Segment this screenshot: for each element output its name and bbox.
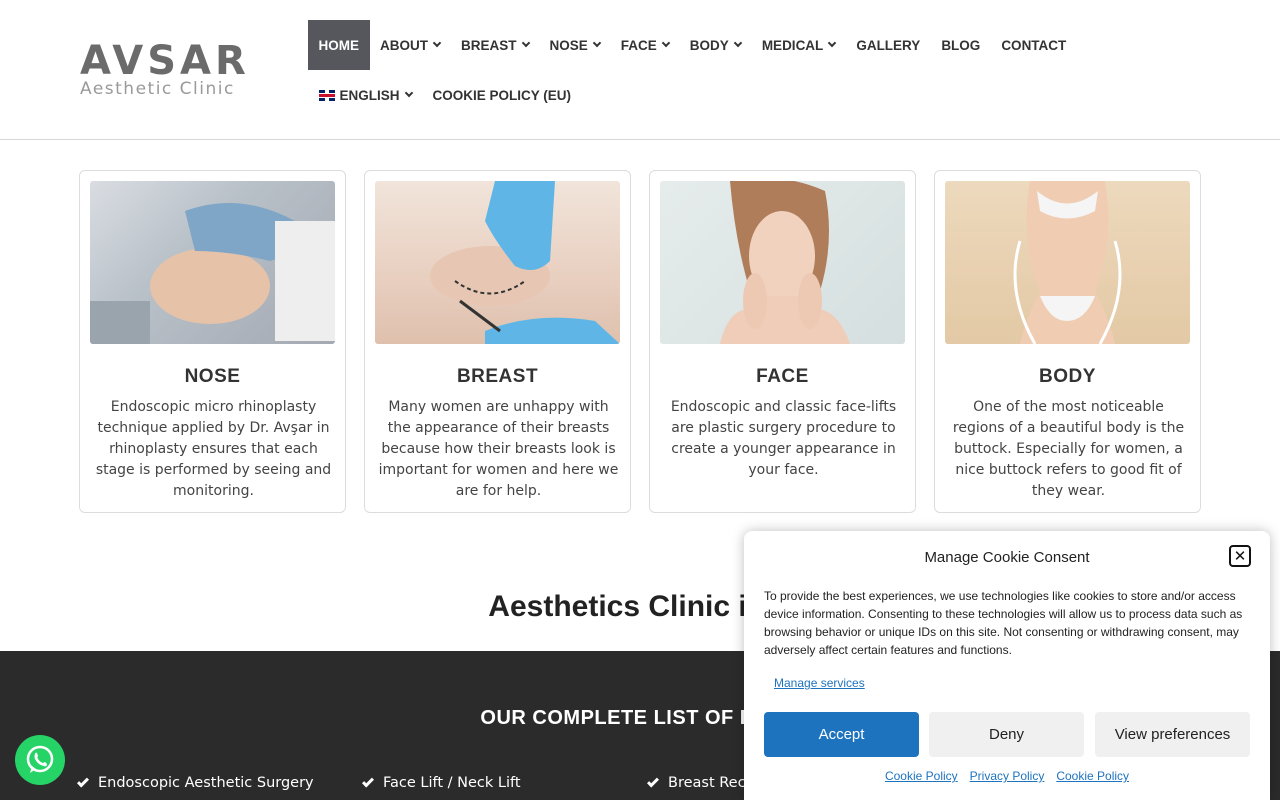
privacy-policy-link[interactable]: Privacy Policy [970, 769, 1045, 783]
view-preferences-button[interactable]: View preferences [1095, 712, 1250, 757]
cookie-policy-links: Cookie Policy Privacy Policy Cookie Poli… [744, 769, 1270, 783]
check-icon [361, 774, 375, 788]
check-icon [646, 774, 660, 788]
nav-home-label: HOME [318, 37, 360, 53]
card-body[interactable]: BODY One of the most noticeable regions … [934, 170, 1201, 513]
cookie-consent-dialog: Manage Cookie Consent ✕ To provide the b… [744, 531, 1270, 800]
procedure-item[interactable]: Endoscopic Aesthetic Surgery [76, 774, 314, 791]
cookie-dialog-title: Manage Cookie Consent [924, 549, 1090, 566]
nav-home[interactable]: HOME [308, 20, 370, 70]
nav-contact[interactable]: CONTACT [991, 20, 1077, 70]
nav-gallery[interactable]: GALLERY [846, 20, 931, 70]
nav-language-label: ENGLISH [339, 87, 400, 103]
procedure-label: Face Lift / Neck Lift [383, 775, 521, 791]
procedure-label: Breast Rec [668, 775, 746, 791]
card-title: FACE [756, 366, 809, 387]
card-description: Endoscopic and classic face-lifts are pl… [670, 399, 897, 478]
card-description: Endoscopic micro rhinoplasty technique a… [95, 399, 332, 499]
cookie-policy-link-2[interactable]: Cookie Policy [1056, 769, 1129, 783]
nav-cookie-policy[interactable]: COOKIE POLICY (EU) [422, 70, 582, 120]
whatsapp-button[interactable] [15, 735, 65, 785]
chevron-down-icon [432, 38, 442, 48]
card-nose[interactable]: NOSE Endoscopic micro rhinoplasty techni… [79, 170, 346, 513]
nav-face[interactable]: FACE [610, 20, 679, 70]
check-icon [76, 774, 90, 788]
nav-nose[interactable]: NOSE [539, 20, 610, 70]
deny-button[interactable]: Deny [929, 712, 1084, 757]
nav-body-label: BODY [689, 37, 729, 53]
site-header: AVSAR Aesthetic Clinic HOME ABOUT BREAST… [0, 0, 1280, 140]
card-title: BREAST [456, 366, 539, 387]
face-procedure-image[interactable] [660, 181, 905, 344]
uk-flag-icon [318, 89, 335, 101]
breast-procedure-image[interactable] [375, 181, 620, 344]
procedure-item[interactable]: Face Lift / Neck Lift [361, 774, 521, 791]
card-title: NOSE [184, 366, 241, 387]
logo-tagline: Aesthetic Clinic [80, 79, 235, 99]
chevron-down-icon [592, 38, 602, 48]
card-title: BODY [1039, 366, 1096, 387]
secondary-nav: ENGLISH COOKIE POLICY (EU) [308, 70, 582, 120]
procedure-item[interactable]: Breast Rec [646, 774, 746, 791]
whatsapp-icon [26, 745, 54, 773]
nav-contact-label: CONTACT [1001, 37, 1067, 53]
logo-wordmark: AVSAR [80, 38, 250, 84]
nav-body[interactable]: BODY [679, 20, 751, 70]
chevron-down-icon [733, 38, 743, 48]
card-description: Many women are unhappy with the appearan… [378, 399, 619, 499]
card-description: One of the most noticeable regions of a … [952, 399, 1185, 499]
cookie-description: To provide the best experiences, we use … [764, 589, 1243, 657]
site-logo[interactable]: AVSAR Aesthetic Clinic [80, 38, 250, 99]
nav-breast[interactable]: BREAST [451, 20, 540, 70]
card-face[interactable]: FACE Endoscopic and classic face-lifts a… [649, 170, 916, 513]
nav-medical-label: MEDICAL [761, 37, 824, 53]
nav-language[interactable]: ENGLISH [308, 70, 422, 120]
procedure-label: Endoscopic Aesthetic Surgery [98, 775, 314, 791]
chevron-down-icon [828, 38, 837, 48]
accept-button[interactable]: Accept [764, 712, 919, 757]
nose-procedure-image[interactable] [90, 181, 335, 344]
nav-face-label: FACE [620, 37, 657, 53]
chevron-down-icon [404, 88, 413, 98]
manage-services-link[interactable]: Manage services [774, 676, 865, 690]
nav-about-label: ABOUT [380, 37, 428, 53]
chevron-down-icon [661, 38, 671, 48]
card-breast[interactable]: BREAST Many women are unhappy with the a… [364, 170, 631, 513]
chevron-down-icon [521, 38, 530, 48]
body-procedure-image[interactable] [945, 181, 1190, 344]
service-cards: NOSE Endoscopic micro rhinoplasty techni… [79, 170, 1201, 513]
main-nav: HOME ABOUT BREAST NOSE FACE BODY MEDICAL… [308, 20, 1077, 70]
nav-blog-label: BLOG [941, 37, 981, 53]
nav-nose-label: NOSE [549, 37, 588, 53]
nav-gallery-label: GALLERY [856, 37, 921, 53]
cookie-policy-link[interactable]: Cookie Policy [885, 769, 958, 783]
nav-medical[interactable]: MEDICAL [751, 20, 846, 70]
nav-cookie-policy-label: COOKIE POLICY (EU) [432, 87, 572, 103]
nav-breast-label: BREAST [461, 37, 517, 53]
nav-blog[interactable]: BLOG [931, 20, 991, 70]
close-icon[interactable]: ✕ [1229, 545, 1251, 567]
nav-about[interactable]: ABOUT [370, 20, 451, 70]
